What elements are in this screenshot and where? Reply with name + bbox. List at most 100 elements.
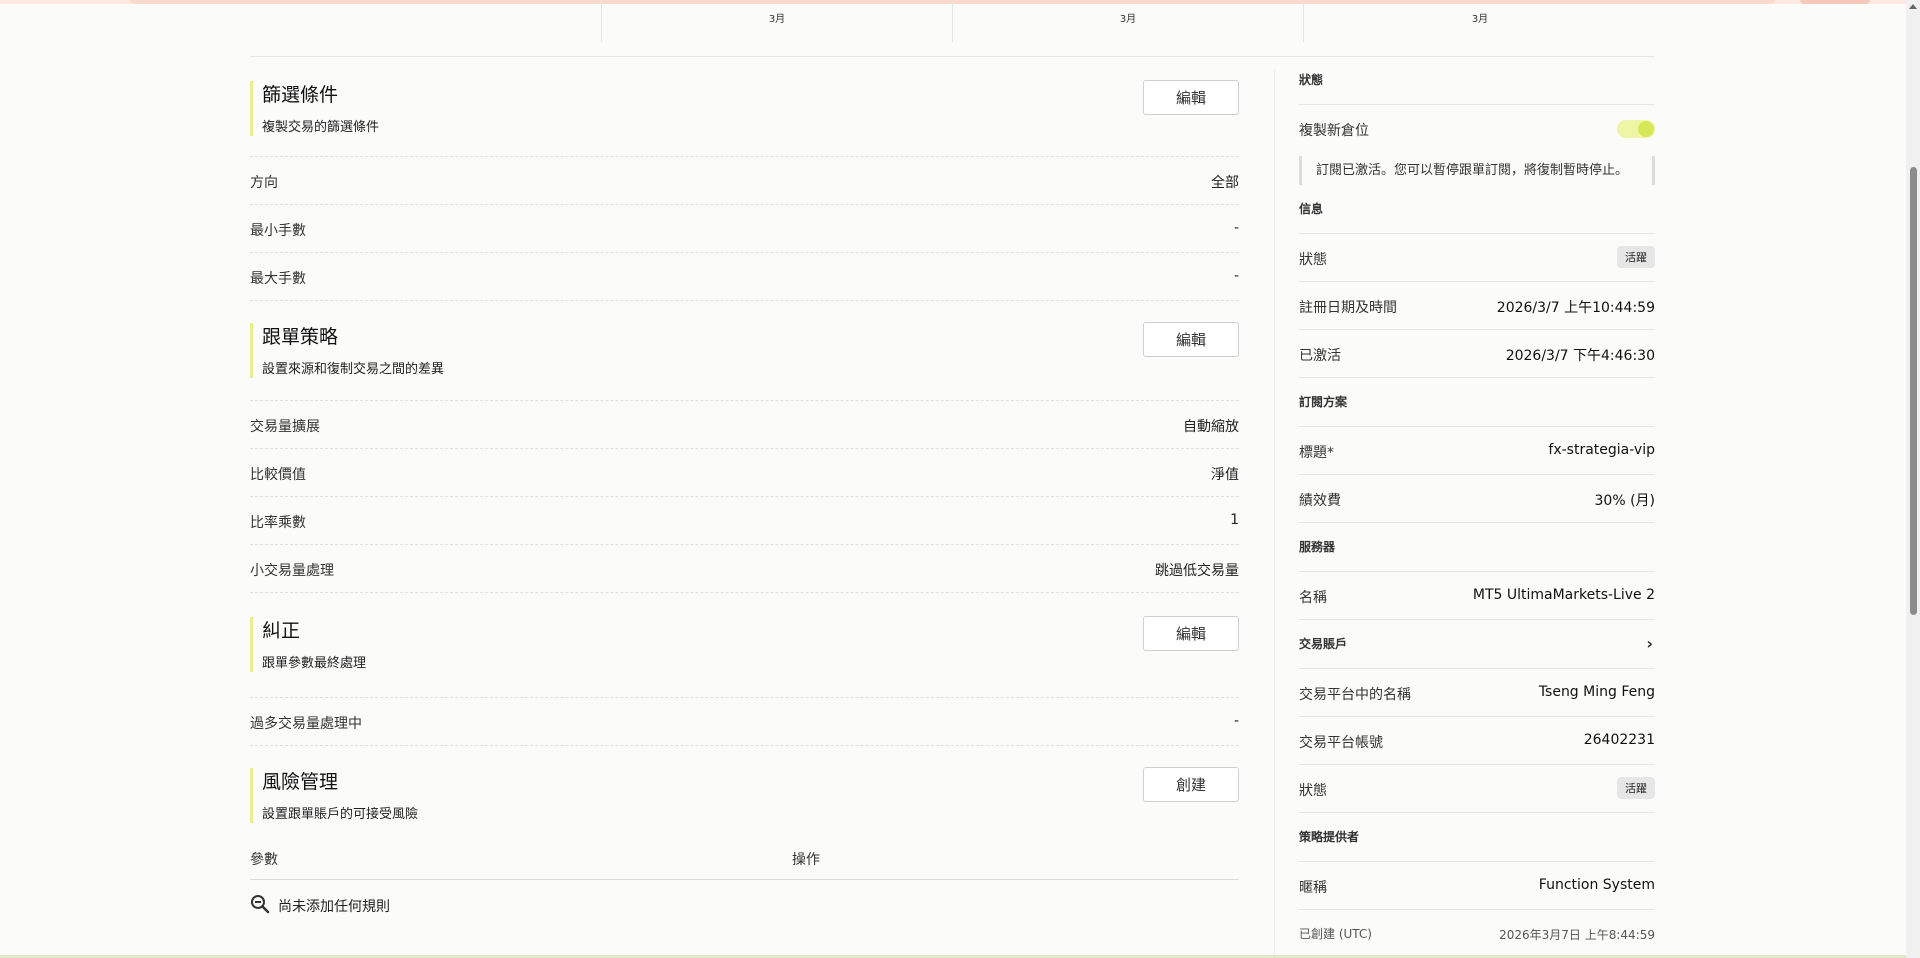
- info-label: 績效費: [1299, 493, 1341, 509]
- plan-section-title: 訂閱方案: [1299, 378, 1655, 427]
- month-divider: [1303, 0, 1304, 42]
- info-label: 註冊日期及時間: [1299, 300, 1397, 316]
- scrollbar-thumb[interactable]: [1910, 167, 1917, 615]
- copy-new-toggle[interactable]: [1617, 120, 1655, 138]
- setting-label: 方向: [250, 175, 278, 191]
- setting-value: -: [1233, 268, 1239, 284]
- section-accent: [250, 768, 253, 823]
- scroll-up-icon[interactable]: [1909, 4, 1917, 9]
- strategy-edit-button[interactable]: 編輯: [1143, 322, 1239, 357]
- info-value: fx-strategia-vip: [1548, 442, 1655, 458]
- setting-row: 過多交易量處理中 -: [250, 697, 1239, 746]
- info-status-row: 狀態 活躍: [1299, 234, 1655, 282]
- subscription-note: 訂閱已激活。您可以暫停跟單訂閱，將復制暫時停止。: [1299, 156, 1655, 185]
- setting-row: 比率乘數 1: [250, 496, 1239, 544]
- rules-empty-state: 尚未添加任何規則: [250, 880, 1239, 930]
- section-accent: [250, 323, 253, 378]
- account-number-row: 交易平台帳號 26402231: [1299, 717, 1655, 765]
- info-label: 已激活: [1299, 348, 1341, 364]
- info-registered-row: 註冊日期及時間 2026/3/7 上午10:44:59: [1299, 282, 1655, 330]
- settings-panel: 篩選條件 複製交易的篩選條件 編輯 方向 全部 最小手數 - 最大手數 - 跟單策略 …: [250, 56, 1239, 930]
- info-value: 2026/3/7 上午10:44:59: [1496, 300, 1655, 316]
- setting-label: 比率乘數: [250, 515, 306, 531]
- copy-new-label: 複製新倉位: [1299, 123, 1369, 139]
- month-label: 3月: [1471, 14, 1489, 25]
- section-subtitle: 複製交易的篩選條件: [262, 120, 380, 135]
- setting-label: 比較價值: [250, 467, 306, 483]
- month-label: 3月: [1119, 14, 1137, 25]
- page-scrollbar[interactable]: [1906, 0, 1920, 958]
- setting-row: 小交易量處理 跳過低交易量: [250, 544, 1239, 593]
- month-divider: [952, 0, 953, 42]
- setting-value: -: [1233, 713, 1239, 729]
- setting-value: -: [1233, 220, 1239, 236]
- setting-value: 全部: [1211, 175, 1239, 191]
- setting-value: 跳過低交易量: [1155, 563, 1239, 579]
- copy-new-positions-row: 複製新倉位: [1299, 105, 1655, 152]
- rules-table-header: 參數 操作: [250, 841, 1239, 880]
- info-value: 26402231: [1583, 732, 1655, 748]
- info-label: 交易平台帳號: [1299, 735, 1383, 751]
- column-divider: [1274, 70, 1275, 958]
- info-value: Function System: [1538, 877, 1655, 893]
- setting-row: 最大手數 -: [250, 252, 1239, 301]
- section-accent: [250, 617, 253, 672]
- info-value: 2026/3/7 下午4:46:30: [1505, 348, 1655, 364]
- plan-title-row: 標題* fx-strategia-vip: [1299, 427, 1655, 475]
- risk-section: 風險管理 設置跟單賬戶的可接受風險 創建 參數 操作 尚未添加任何規則: [250, 746, 1239, 930]
- zoom-out-icon: [251, 895, 270, 914]
- info-value: 30% (月): [1594, 493, 1656, 509]
- info-label: 狀態: [1299, 783, 1327, 799]
- toggle-knob: [1638, 121, 1654, 137]
- correction-edit-button[interactable]: 編輯: [1143, 616, 1239, 651]
- filter-section: 篩選條件 複製交易的篩選條件 編輯 方向 全部 最小手數 - 最大手數 -: [250, 56, 1239, 301]
- section-title: 跟單策略: [262, 326, 339, 348]
- month-axis: 3月 3月 3月: [250, 0, 1655, 57]
- column-header-param: 參數: [250, 852, 278, 868]
- provider-created-row: 已創建 (UTC) 2026年3月7日 上午8:44:59: [1299, 910, 1655, 957]
- info-value: Tseng Ming Feng: [1538, 684, 1655, 700]
- info-activated-row: 已激活 2026/3/7 下午4:46:30: [1299, 330, 1655, 378]
- setting-label: 過多交易量處理中: [250, 716, 362, 732]
- plan-fee-row: 績效費 30% (月): [1299, 475, 1655, 523]
- account-name-row: 交易平台中的名稱 Tseng Ming Feng: [1299, 669, 1655, 717]
- month-label: 3月: [768, 14, 786, 25]
- column-header-action: 操作: [792, 852, 820, 868]
- account-section-title: 交易賬戶: [1299, 637, 1348, 651]
- subscription-sidebar: 狀態 複製新倉位 訂閱已激活。您可以暫停跟單訂閱，將復制暫時停止。 信息 狀態活…: [1299, 56, 1655, 957]
- info-label: 標題*: [1299, 445, 1334, 461]
- info-label: 交易平台中的名稱: [1299, 687, 1411, 703]
- account-section-header[interactable]: 交易賬戶 ›: [1299, 620, 1655, 669]
- filter-edit-button[interactable]: 編輯: [1143, 80, 1239, 115]
- section-title: 風險管理: [262, 771, 339, 793]
- status-badge: 活躍: [1617, 777, 1655, 799]
- top-banner-button[interactable]: [1800, 0, 1870, 4]
- status-badge: 活躍: [1617, 246, 1655, 268]
- setting-label: 小交易量處理: [250, 563, 334, 579]
- info-section-title: 信息: [1299, 191, 1655, 234]
- section-subtitle: 跟單參數最終處理: [262, 656, 367, 671]
- setting-row: 交易量擴展 自動縮放: [250, 400, 1239, 448]
- setting-label: 最大手數: [250, 271, 306, 287]
- setting-row: 方向 全部: [250, 156, 1239, 204]
- setting-row: 比較價值 淨值: [250, 448, 1239, 496]
- info-label: 名稱: [1299, 590, 1327, 606]
- month-divider: [601, 0, 602, 42]
- info-label: 狀態: [1299, 252, 1327, 268]
- risk-create-button[interactable]: 創建: [1143, 767, 1239, 802]
- empty-message: 尚未添加任何規則: [278, 899, 390, 915]
- provider-section-title: 策略提供者: [1299, 813, 1655, 862]
- info-value: MT5 UltimaMarkets-Live 2: [1472, 587, 1655, 603]
- chevron-right-icon[interactable]: ›: [1646, 620, 1653, 668]
- setting-value: 自動縮放: [1183, 419, 1239, 435]
- setting-label: 交易量擴展: [250, 419, 320, 435]
- section-title: 篩選條件: [262, 84, 339, 106]
- setting-label: 最小手數: [250, 223, 306, 239]
- strategy-section: 跟單策略 設置來源和復制交易之間的差異 編輯 交易量擴展 自動縮放 比較價值 淨值 …: [250, 301, 1239, 593]
- correction-section: 糾正 跟單參數最終處理 編輯 過多交易量處理中 -: [250, 593, 1239, 746]
- setting-value: 1: [1230, 512, 1239, 528]
- section-subtitle: 設置跟單賬戶的可接受風險: [262, 807, 419, 822]
- info-label: 暱稱: [1299, 880, 1327, 896]
- server-name-row: 名稱 MT5 UltimaMarkets-Live 2: [1299, 572, 1655, 620]
- provider-nick-row: 暱稱 Function System: [1299, 862, 1655, 910]
